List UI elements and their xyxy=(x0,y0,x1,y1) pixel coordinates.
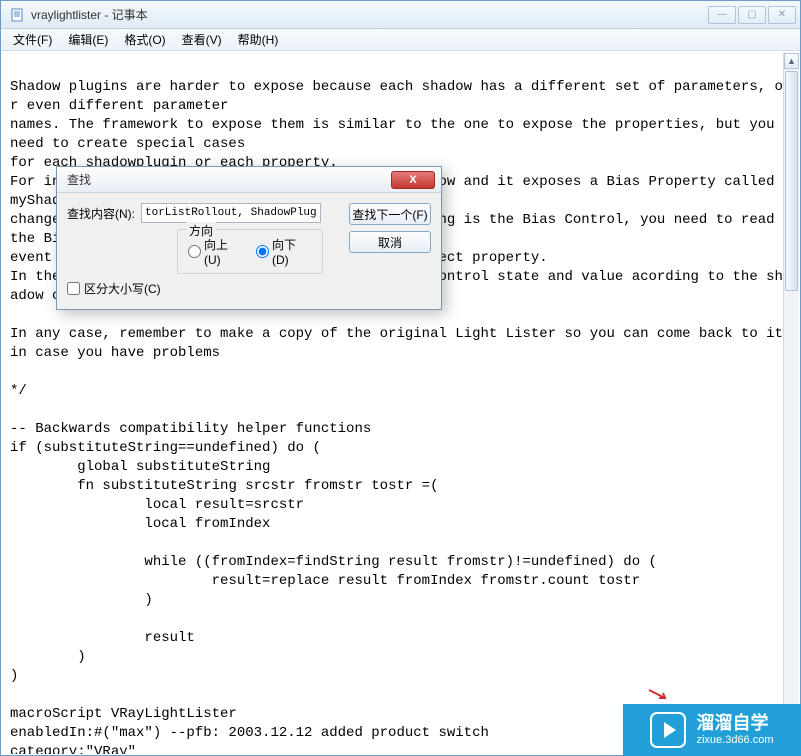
find-dialog: 查找 X 查找下一个(F) 取消 查找内容(N): 方向 向上(U) 向下(D)… xyxy=(56,166,442,310)
direction-group: 方向 向上(U) 向下(D) xyxy=(177,229,323,274)
close-icon: X xyxy=(409,174,416,186)
find-input[interactable] xyxy=(141,203,321,223)
watermark-text: 溜溜自学 zixue.3d66.com xyxy=(696,713,773,748)
menu-edit[interactable]: 编辑(E) xyxy=(60,29,116,50)
watermark-url: zixue.3d66.com xyxy=(696,734,773,747)
titlebar[interactable]: vraylightlister - 记事本 — ▢ ✕ xyxy=(1,1,800,29)
case-row: 区分大小写(C) xyxy=(67,280,431,297)
radio-down[interactable]: 向下(D) xyxy=(256,236,312,267)
dialog-title: 查找 xyxy=(67,171,391,188)
close-button[interactable]: ✕ xyxy=(768,6,796,24)
match-case-checkbox[interactable]: 区分大小写(C) xyxy=(67,280,431,297)
minimize-button[interactable]: — xyxy=(708,6,736,24)
radio-down-label: 向下(D) xyxy=(272,236,312,267)
notepad-window: vraylightlister - 记事本 — ▢ ✕ 文件(F) 编辑(E) … xyxy=(0,0,801,756)
dialog-buttons: 查找下一个(F) 取消 xyxy=(349,203,431,253)
menubar: 文件(F) 编辑(E) 格式(O) 查看(V) 帮助(H) xyxy=(1,29,800,51)
annotation-arrow-icon xyxy=(647,688,671,702)
dialog-body: 查找下一个(F) 取消 查找内容(N): 方向 向上(U) 向下(D) 区分大小… xyxy=(57,193,441,309)
radio-up-input[interactable] xyxy=(188,245,201,258)
radio-down-input[interactable] xyxy=(256,245,269,258)
notepad-icon xyxy=(9,7,25,23)
match-case-input[interactable] xyxy=(67,282,80,295)
watermark-title: 溜溜自学 xyxy=(696,713,773,735)
menu-file[interactable]: 文件(F) xyxy=(5,29,60,50)
menu-view[interactable]: 查看(V) xyxy=(174,29,230,50)
menu-help[interactable]: 帮助(H) xyxy=(230,29,287,50)
find-label: 查找内容(N): xyxy=(67,205,135,222)
code-text[interactable]: Shadow plugins are harder to expose beca… xyxy=(10,59,791,754)
find-next-button[interactable]: 查找下一个(F) xyxy=(349,203,431,225)
window-title: vraylightlister - 记事本 xyxy=(31,6,706,23)
vertical-scrollbar[interactable]: ▲ ▼ xyxy=(783,53,799,737)
radio-up-label: 向上(U) xyxy=(204,236,244,267)
cancel-button[interactable]: 取消 xyxy=(349,231,431,253)
window-buttons: — ▢ ✕ xyxy=(706,6,796,24)
radio-row: 向上(U) 向下(D) xyxy=(188,236,312,267)
scroll-up-button[interactable]: ▲ xyxy=(784,53,799,69)
editor-content[interactable]: Shadow plugins are harder to expose beca… xyxy=(2,53,799,754)
dialog-close-button[interactable]: X xyxy=(391,171,435,189)
maximize-button[interactable]: ▢ xyxy=(738,6,766,24)
dialog-titlebar[interactable]: 查找 X xyxy=(57,167,441,193)
play-icon xyxy=(650,712,686,748)
radio-up[interactable]: 向上(U) xyxy=(188,236,244,267)
match-case-label: 区分大小写(C) xyxy=(84,280,161,297)
watermark: 溜溜自学 zixue.3d66.com xyxy=(623,704,801,756)
scroll-thumb[interactable] xyxy=(785,71,798,291)
direction-label: 方向 xyxy=(186,222,216,239)
menu-format[interactable]: 格式(O) xyxy=(116,29,173,50)
